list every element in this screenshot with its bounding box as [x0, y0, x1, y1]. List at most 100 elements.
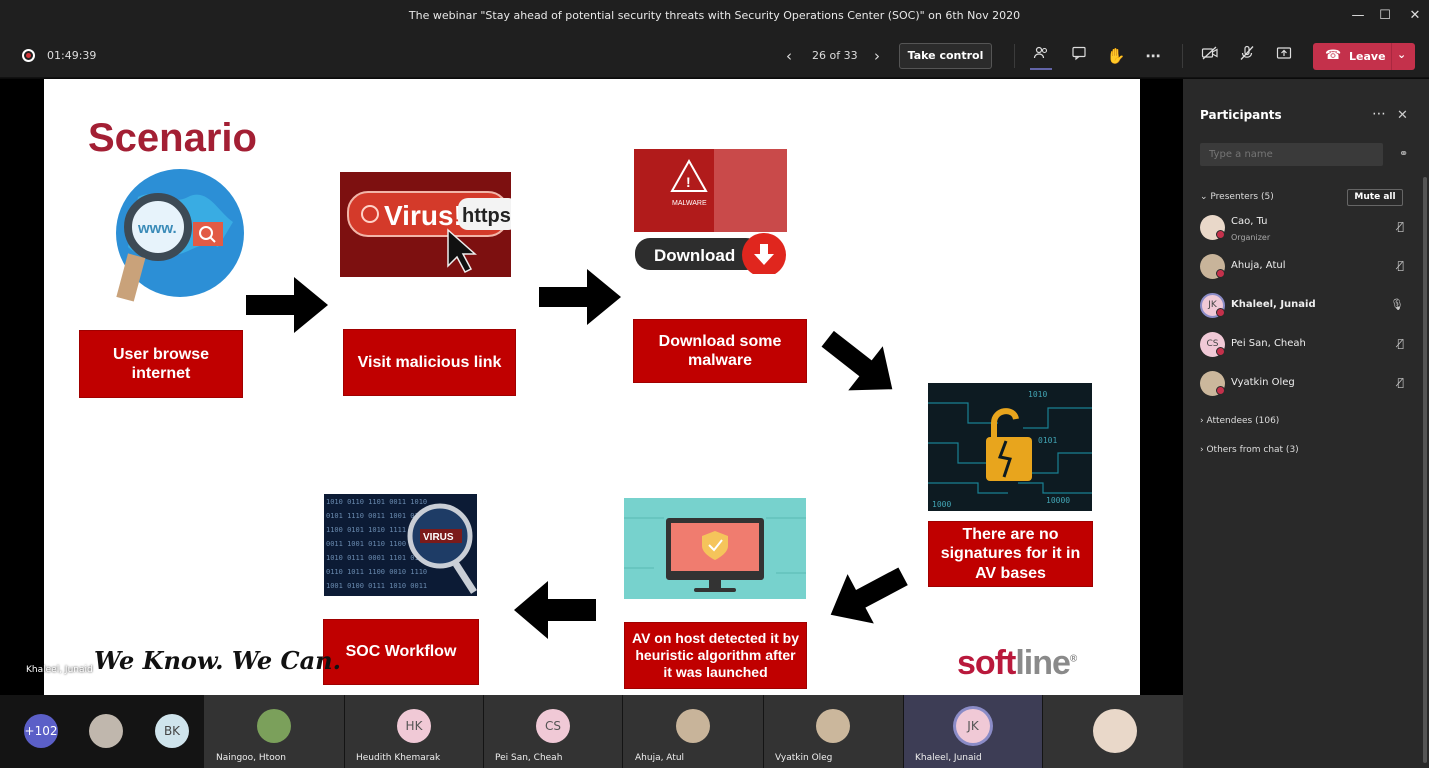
virus-link-image: Virus! https:/ [340, 172, 511, 277]
presenter-name-label: Khaleel, Junaid [26, 665, 93, 675]
avatar [816, 709, 850, 743]
svg-text:0101: 0101 [1038, 436, 1057, 445]
divider [1182, 44, 1183, 68]
monitor-shield-image [624, 498, 806, 599]
avatar[interactable] [89, 714, 123, 748]
participants-icon[interactable] [1030, 44, 1052, 68]
raise-hand-icon[interactable]: ✋ [1105, 44, 1127, 68]
right-arrow-icon [539, 269, 621, 325]
presentation-slide: Scenario www. Virus! https:/ [44, 79, 1140, 695]
avatar: JK [956, 709, 990, 743]
recording-timer: 01:49:39 [47, 49, 97, 62]
panel-title: Participants [1200, 108, 1282, 122]
down-left-arrow-icon [830, 567, 908, 624]
presenters-section-header[interactable]: ⌄ Presenters (5) [1200, 192, 1274, 202]
download-label: Download [654, 246, 735, 265]
share-screen-icon[interactable] [1273, 44, 1295, 68]
globe-search-image: www. [98, 167, 253, 307]
participant-tile[interactable]: JK Khaleel, Junaid [904, 695, 1042, 768]
avatar: CS [536, 709, 570, 743]
shared-content-stage: Scenario www. Virus! https:/ [0, 79, 1183, 695]
left-arrow-icon [514, 581, 596, 639]
www-text: www. [137, 220, 177, 237]
mic-off-icon: 🎙̸ [1397, 337, 1404, 350]
mic-on-icon: 🎙 [1390, 298, 1404, 311]
down-right-arrow-icon [821, 331, 893, 391]
participant-row[interactable]: Ahuja, Atul 🎙̸ [1200, 252, 1412, 282]
participant-tile[interactable] [1043, 695, 1183, 768]
malware-text: MALWARE [672, 200, 707, 207]
virus-magnifier-image: 1010 0110 1101 0011 1010 0101 1110 0011 1… [324, 494, 477, 596]
right-arrow-icon [246, 277, 328, 333]
participant-row[interactable]: CS Pei San, Cheah 🎙̸ [1200, 330, 1412, 360]
window-title: The webinar "Stay ahead of potential sec… [408, 9, 1021, 22]
minimize-icon[interactable]: — [1348, 6, 1368, 26]
panel-scrollbar[interactable] [1423, 177, 1427, 763]
avatar [1093, 709, 1137, 753]
share-invite-link-icon[interactable]: ⚭ [1399, 147, 1408, 160]
svg-text:1001 0100 0111 1010 0011: 1001 0100 0111 1010 0011 [326, 582, 427, 590]
maximize-icon[interactable]: ☐ [1375, 6, 1395, 26]
close-icon[interactable]: ✕ [1405, 6, 1425, 26]
broken-lock-image: 1010 0101 1000 10000 [928, 383, 1092, 511]
attendees-section-header[interactable]: › Attendees (106) [1200, 416, 1279, 426]
participant-search-input[interactable] [1200, 143, 1383, 166]
avatar [676, 709, 710, 743]
virus-banner-text: Virus! [384, 200, 463, 231]
slide-counter: 26 of 33 [812, 49, 858, 62]
next-slide-icon[interactable]: › [870, 44, 884, 68]
chevron-down-icon[interactable]: ⌄ [1397, 48, 1406, 61]
softline-logo: softline® [957, 644, 1077, 682]
active-tab-indicator [1030, 68, 1052, 70]
participant-tile[interactable]: CS Pei San, Cheah [484, 695, 622, 768]
leave-button[interactable]: ☎ Leave ⌄ [1313, 43, 1415, 70]
https-text: https:/ [462, 205, 511, 227]
camera-off-icon[interactable] [1199, 44, 1221, 68]
participant-tile[interactable]: Vyatkin Oleg [764, 695, 903, 768]
participant-tile[interactable]: HK Heudith Khemarak [345, 695, 483, 768]
participant-tile[interactable]: Ahuja, Atul [623, 695, 763, 768]
step-user-browse: User browse internet [79, 330, 243, 398]
virus-lens-text: VIRUS [423, 532, 454, 543]
slogan-text: We Know. We Can. [94, 646, 341, 675]
participant-row[interactable]: JK Khaleel, Junaid 🎙 [1200, 291, 1412, 321]
svg-text:1010: 1010 [1028, 390, 1047, 399]
participant-row[interactable]: Vyatkin Oleg 🎙̸ [1200, 369, 1412, 399]
chat-icon[interactable] [1068, 44, 1090, 68]
svg-text:1010 0110 1101 0011 1010: 1010 0110 1101 0011 1010 [326, 498, 427, 506]
mic-off-icon: 🎙̸ [1397, 259, 1404, 272]
title-bar: The webinar "Stay ahead of potential sec… [0, 0, 1429, 32]
recording-icon [22, 49, 35, 62]
overflow-participants-button[interactable]: +102 [24, 714, 58, 748]
mic-off-icon: 🎙̸ [1397, 376, 1404, 389]
more-actions-icon[interactable]: ⋯ [1142, 44, 1164, 68]
slide-title: Scenario [88, 116, 257, 160]
svg-text:10000: 10000 [1046, 496, 1070, 505]
close-panel-icon[interactable]: ✕ [1397, 108, 1408, 123]
participants-panel: Participants ⋯ ✕ ⚭ ⌄ Presenters (5) Mute… [1183, 79, 1429, 768]
step-download-malware: Download some malware [633, 319, 807, 383]
participant-row[interactable]: Cao, Tu Organizer 🎙̸ [1200, 213, 1412, 243]
previous-slide-icon[interactable]: ‹ [782, 44, 796, 68]
hang-up-icon: ☎ [1325, 48, 1342, 63]
step-no-signatures: There are no signatures for it in AV bas… [928, 521, 1093, 587]
mute-all-button[interactable]: Mute all [1347, 189, 1403, 206]
more-options-icon[interactable]: ⋯ [1372, 106, 1386, 122]
meeting-toolbar: 01:49:39 ‹ 26 of 33 › Take control ✋ ⋯ ☎… [0, 32, 1429, 78]
participant-tile[interactable]: Naingoo, Htoon [204, 695, 344, 768]
video-strip: +102 BK Naingoo, Htoon HK Heudith Khemar… [0, 695, 1183, 768]
step-soc-workflow: SOC Workflow [323, 619, 479, 685]
mic-off-icon: 🎙̸ [1397, 220, 1404, 233]
take-control-button[interactable]: Take control [899, 43, 992, 69]
others-section-header[interactable]: › Others from chat (3) [1200, 445, 1299, 455]
malware-download-image: ! MALWARE Download [634, 149, 789, 274]
divider [1014, 44, 1015, 68]
mic-off-icon[interactable] [1236, 44, 1258, 68]
svg-text:0110 1011 1100 0010 1110: 0110 1011 1100 0010 1110 [326, 568, 427, 576]
svg-text:1000: 1000 [932, 500, 951, 509]
avatar [257, 709, 291, 743]
avatar[interactable]: BK [155, 714, 189, 748]
svg-text:1010 0111 0001 1101 0100: 1010 0111 0001 1101 0100 [326, 554, 427, 562]
svg-text:0101 1110 0011 1001 0110: 0101 1110 0011 1001 0110 [326, 512, 427, 520]
step-visit-link: Visit malicious link [343, 329, 516, 396]
